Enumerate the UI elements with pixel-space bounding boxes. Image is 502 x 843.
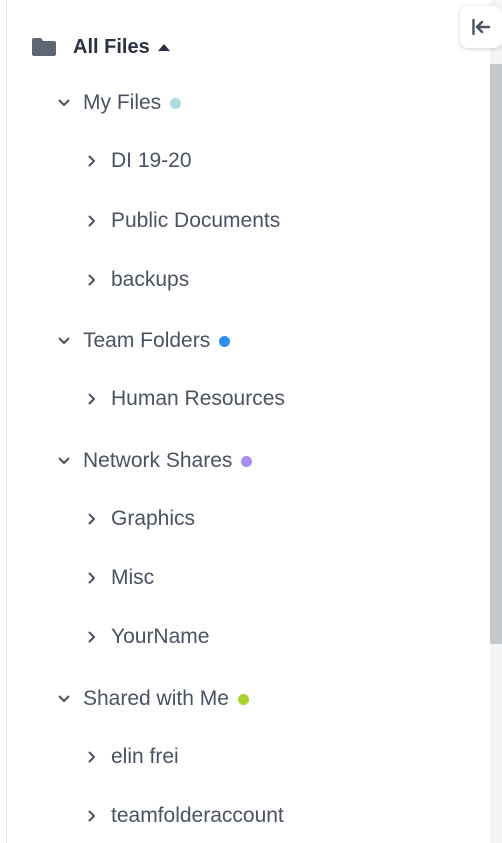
tree-item-misc[interactable]: Misc (85, 558, 154, 598)
tree-item-label: Public Documents (111, 209, 281, 232)
tree-section-team-folders[interactable]: Team Folders (57, 321, 231, 361)
chevron-right-icon[interactable] (85, 154, 99, 168)
tree-item-elin-frei[interactable]: elin frei (85, 737, 179, 777)
tree-item-backups[interactable]: backups (85, 260, 189, 300)
tree-item-human-resources[interactable]: Human Resources (85, 379, 285, 419)
tree-item-label: backups (111, 268, 190, 291)
tree-item-label: teamfolderaccount (111, 804, 284, 827)
section-label: Network Shares (83, 449, 233, 472)
section-label: Team Folders (83, 329, 211, 352)
tree-item-label: elin frei (111, 745, 179, 768)
chevron-right-icon[interactable] (85, 273, 99, 287)
scrollbar-thumb[interactable] (490, 64, 502, 644)
file-tree-panel: All Files My Files DI 19-20 Public Docum… (6, 0, 490, 843)
section-label: My Files (83, 91, 162, 114)
chevron-down-icon[interactable] (57, 96, 71, 110)
tree-item-label: Human Resources (111, 387, 285, 410)
chevron-right-icon[interactable] (85, 512, 99, 526)
tree-root-label: All Files (73, 35, 150, 58)
collapse-left-icon (472, 18, 491, 36)
tree-item-label: YourName (111, 625, 210, 648)
collapse-sidebar-button[interactable] (460, 6, 502, 48)
chevron-right-icon[interactable] (85, 630, 99, 644)
status-dot-icon (170, 97, 182, 109)
tree-item-yourname[interactable]: YourName (85, 617, 209, 657)
tree-root-all-files[interactable]: All Files (31, 27, 170, 67)
chevron-right-icon[interactable] (85, 809, 99, 823)
tree-item-public-documents[interactable]: Public Documents (85, 201, 280, 241)
chevron-down-icon[interactable] (57, 334, 71, 348)
status-dot-icon (219, 335, 231, 347)
chevron-right-icon[interactable] (85, 392, 99, 406)
tree-section-network-shares[interactable]: Network Shares (57, 441, 253, 481)
tree-item-graphics[interactable]: Graphics (85, 499, 195, 539)
tree-item-label: DI 19-20 (111, 149, 192, 172)
status-dot-icon (241, 455, 253, 467)
chevron-right-icon[interactable] (85, 571, 99, 585)
chevron-down-icon[interactable] (57, 454, 71, 468)
tree-section-shared-with-me[interactable]: Shared with Me (57, 679, 249, 719)
tree-item-teamfolderaccount[interactable]: teamfolderaccount (85, 796, 284, 836)
tree-item-di-19-20[interactable]: DI 19-20 (85, 141, 192, 181)
section-label: Shared with Me (83, 687, 229, 710)
chevron-right-icon[interactable] (85, 214, 99, 228)
caret-up-icon[interactable] (157, 43, 170, 51)
tree-section-my-files[interactable]: My Files (57, 83, 182, 123)
folder-icon (32, 38, 56, 56)
tree-item-label: Graphics (111, 507, 196, 530)
chevron-right-icon[interactable] (85, 750, 99, 764)
chevron-down-icon[interactable] (57, 692, 71, 706)
tree-item-label: Misc (111, 566, 155, 589)
status-dot-icon (237, 693, 249, 705)
